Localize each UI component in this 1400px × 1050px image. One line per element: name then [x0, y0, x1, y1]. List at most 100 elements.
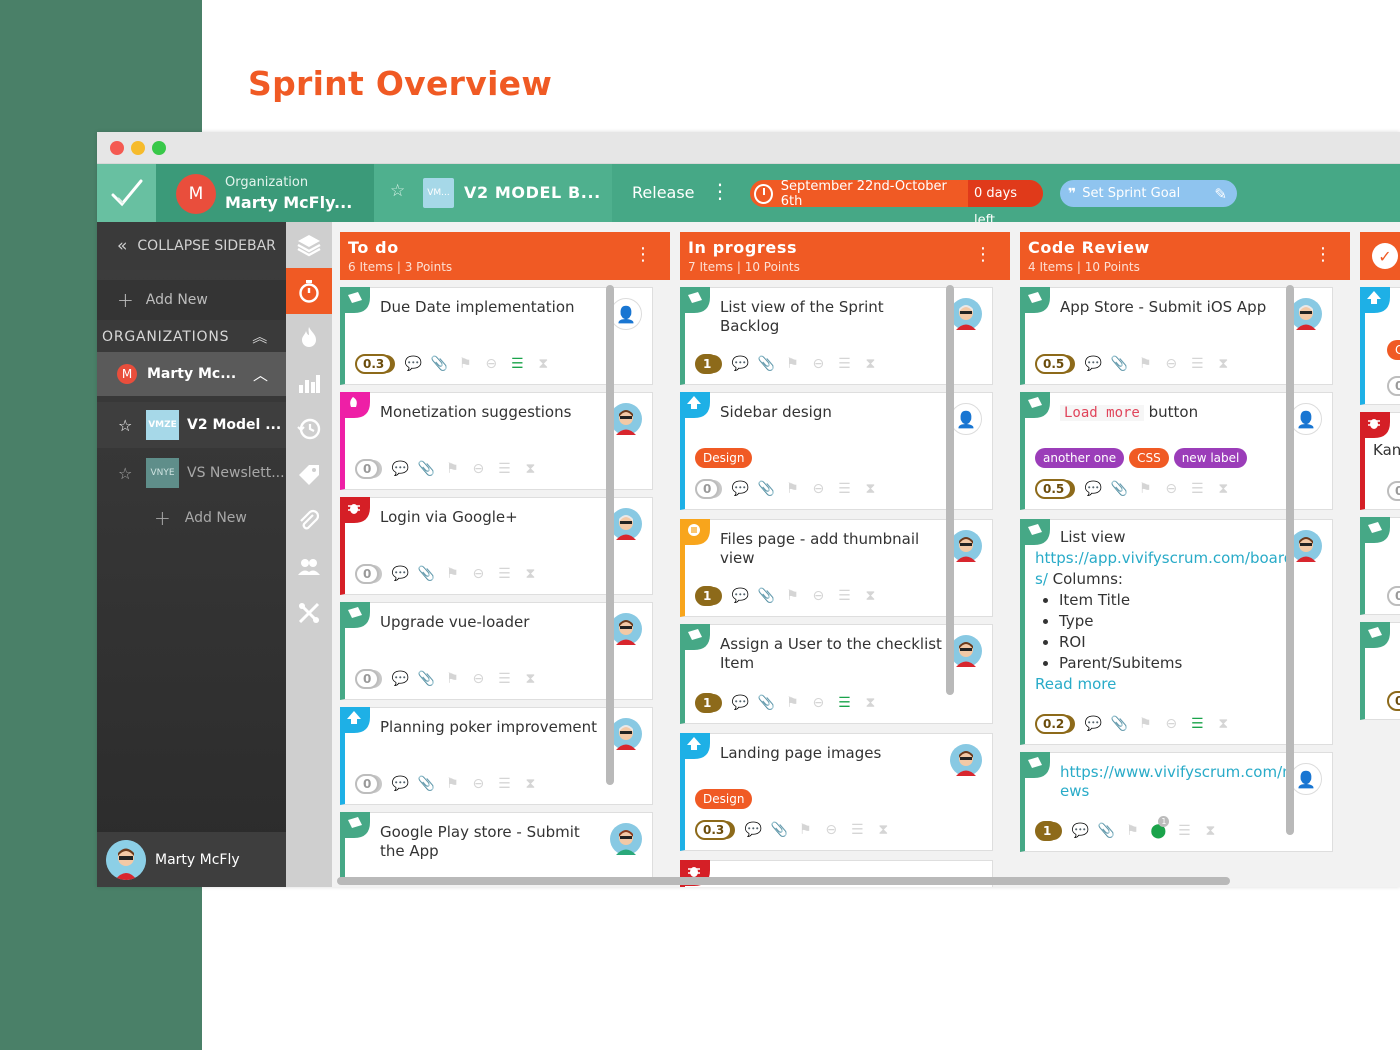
layers-icon[interactable]	[286, 222, 332, 268]
user-profile[interactable]: Marty McFly	[97, 832, 286, 887]
blocked-icon[interactable]: ⊖	[1158, 479, 1184, 499]
comment-icon[interactable]: 💬	[1080, 479, 1106, 499]
column-scrollbar[interactable]	[946, 285, 954, 695]
assign-user-icon[interactable]: 👤	[950, 403, 982, 435]
hourglass-icon[interactable]: ⧗	[517, 669, 543, 689]
story-points-badge[interactable]: 0.2	[1387, 691, 1400, 711]
story-points-badge[interactable]: 1	[695, 354, 720, 374]
bar-chart-icon[interactable]	[286, 360, 332, 406]
flag-icon[interactable]: ⚑	[439, 774, 465, 794]
fire-icon[interactable]	[286, 314, 332, 360]
comment-icon[interactable]: 💬	[387, 669, 413, 689]
avatar[interactable]	[610, 718, 642, 750]
story-points-badge[interactable]: 0	[1387, 481, 1400, 501]
column-header[interactable]: Code Review 4 Items | 10 Points ⋮	[1020, 232, 1350, 280]
story-points-badge[interactable]: 0	[355, 774, 380, 794]
hourglass-icon[interactable]: ⧗	[1210, 479, 1236, 499]
collapse-sidebar-button[interactable]: « COLLAPSE SIDEBAR	[97, 222, 286, 270]
star-icon[interactable]: ☆	[118, 416, 146, 435]
blocked-icon[interactable]: ⊖	[805, 479, 831, 499]
attachment-icon[interactable]: 📎	[413, 669, 439, 689]
card-label[interactable]: CSS	[1129, 448, 1169, 468]
attachment-icon[interactable]: 📎	[413, 564, 439, 584]
flag-icon[interactable]: ⚑	[792, 820, 818, 840]
hourglass-icon[interactable]: ⧗	[517, 459, 543, 479]
checklist-icon[interactable]: ☰	[1184, 479, 1210, 499]
blocked-icon[interactable]: ⊖	[478, 354, 504, 374]
kebab-menu-icon[interactable]: ⋮	[710, 179, 730, 203]
flag-icon[interactable]: ⚑	[439, 669, 465, 689]
story-points-badge[interactable]: 0.3	[695, 820, 733, 840]
column-header[interactable]: ✓	[1360, 232, 1400, 280]
minimize-window-button[interactable]	[131, 141, 145, 155]
board-card[interactable]: Kan 0	[1360, 412, 1400, 510]
board-card[interactable]: CS 0	[1360, 287, 1400, 405]
comment-icon[interactable]: 💬	[400, 354, 426, 374]
column-scrollbar[interactable]	[1286, 285, 1294, 835]
attachment-icon[interactable]: 📎	[753, 479, 779, 499]
story-points-badge[interactable]: 0.2	[1035, 714, 1073, 734]
blocked-icon[interactable]: ⊖	[818, 820, 844, 840]
blocked-icon[interactable]: ⊖	[1158, 714, 1184, 734]
board-horizontal-scrollbar[interactable]	[337, 877, 1230, 885]
story-points-badge[interactable]: 0	[695, 479, 720, 499]
project-switcher[interactable]: ☆ VM... V2 MODEL B...	[374, 164, 612, 222]
sidebar-project-item[interactable]: ☆ VNYE VS Newslett...	[97, 450, 286, 496]
story-points-badge[interactable]: 0	[355, 564, 380, 584]
avatar[interactable]	[610, 613, 642, 645]
read-more-link[interactable]: Read more	[1035, 675, 1116, 693]
comment-icon[interactable]: 💬	[727, 479, 753, 499]
close-window-button[interactable]	[110, 141, 124, 155]
flag-icon[interactable]: ⚑	[439, 564, 465, 584]
flag-icon[interactable]: ⚑	[452, 354, 478, 374]
attachment-icon[interactable]: 📎	[1106, 479, 1132, 499]
card-label[interactable]: Design	[695, 448, 753, 468]
hourglass-icon[interactable]: ⧗	[1197, 821, 1223, 841]
story-points-badge[interactable]: 0.5	[1035, 354, 1073, 374]
avatar[interactable]	[950, 744, 982, 776]
hourglass-icon[interactable]: ⧗	[1210, 354, 1236, 374]
checklist-icon[interactable]: ☰	[831, 693, 857, 713]
attachment-icon[interactable]: 📎	[753, 586, 779, 606]
release-menu[interactable]: Release	[632, 183, 695, 202]
story-points-badge[interactable]: 1	[695, 693, 720, 713]
checklist-icon[interactable]: ☰	[504, 354, 530, 374]
comment-icon[interactable]: 💬	[1080, 714, 1106, 734]
comment-icon[interactable]: 💬	[740, 820, 766, 840]
flag-icon[interactable]: ⚑	[779, 693, 805, 713]
star-icon[interactable]: ☆	[390, 181, 405, 201]
avatar[interactable]	[950, 530, 982, 562]
column-scrollbar[interactable]	[606, 285, 614, 785]
story-points-badge[interactable]: 0	[355, 459, 380, 479]
story-points-badge[interactable]: 0	[1387, 586, 1400, 606]
paperclip-icon[interactable]	[286, 498, 332, 544]
avatar[interactable]	[1290, 298, 1322, 330]
story-points-badge[interactable]: 0	[1387, 376, 1400, 396]
checklist-icon[interactable]: ☰	[491, 564, 517, 584]
card-label[interactable]: CS	[1387, 340, 1400, 360]
blocked-icon[interactable]: ⊖	[465, 774, 491, 794]
avatar[interactable]	[610, 403, 642, 435]
hourglass-icon[interactable]: ⧗	[517, 774, 543, 794]
app-logo[interactable]	[97, 164, 156, 222]
tools-icon[interactable]	[286, 590, 332, 636]
checklist-icon[interactable]: ☰	[1184, 354, 1210, 374]
comment-icon[interactable]: 💬	[1080, 354, 1106, 374]
comment-icon[interactable]: 💬	[387, 564, 413, 584]
blocked-icon[interactable]: ⊖	[465, 459, 491, 479]
card-link[interactable]: https://www.vivifyscrum.com/n ews	[1060, 763, 1292, 800]
organizations-header[interactable]: ORGANIZATIONS ︽	[97, 324, 286, 350]
checklist-icon[interactable]: ☰	[1171, 821, 1197, 841]
attachment-icon[interactable]: 📎	[413, 459, 439, 479]
subitems-icon[interactable]: ⬤ 1	[1145, 816, 1171, 841]
sidebar-org-item[interactable]: M Marty Mc... ︿	[97, 352, 286, 396]
checklist-icon[interactable]: ☰	[491, 459, 517, 479]
attachment-icon[interactable]: 📎	[1106, 354, 1132, 374]
story-points-badge[interactable]: 1	[695, 586, 720, 606]
blocked-icon[interactable]: ⊖	[805, 586, 831, 606]
hourglass-icon[interactable]: ⧗	[857, 479, 883, 499]
story-points-badge[interactable]: 1	[1035, 821, 1060, 841]
sprint-dates-pill[interactable]: September 22nd-October 6th 0 days left	[750, 179, 1044, 228]
checklist-icon[interactable]: ☰	[831, 354, 857, 374]
checklist-icon[interactable]: ☰	[831, 479, 857, 499]
